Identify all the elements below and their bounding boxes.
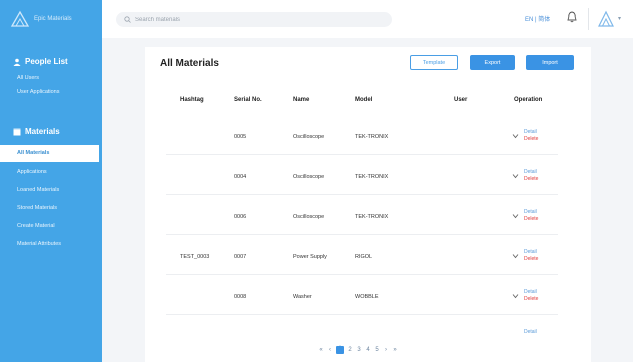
- delete-link[interactable]: Delete: [524, 136, 538, 142]
- cell-name: Oscilloscope: [293, 214, 325, 220]
- chevron-down-icon[interactable]: [512, 133, 519, 139]
- cell-model: TEK-TRONIX: [355, 174, 389, 180]
- first-page-button[interactable]: «: [318, 347, 324, 353]
- cell-name: Washer: [293, 294, 312, 300]
- import-button[interactable]: Import: [526, 55, 574, 70]
- sidebar: Epic Materials People List All Users Use…: [0, 0, 102, 362]
- detail-link[interactable]: Detail: [524, 129, 537, 135]
- template-button[interactable]: Template: [410, 55, 458, 70]
- delete-link[interactable]: Delete: [524, 256, 538, 262]
- topbar-divider: [588, 8, 589, 30]
- last-page-button[interactable]: »: [392, 347, 398, 353]
- sidebar-item-user-applications[interactable]: User Applications: [0, 84, 102, 101]
- search-box[interactable]: [116, 12, 392, 27]
- topbar: EN | 简体 ▾: [102, 0, 633, 38]
- delete-link[interactable]: Delete: [524, 176, 538, 182]
- table-header: Hashtag Serial No. Name Model User Opera…: [145, 97, 591, 109]
- detail-link[interactable]: Detail: [524, 209, 537, 215]
- column-header-model: Model: [355, 97, 373, 103]
- box-icon: [13, 128, 21, 135]
- cell-serial: 0005: [234, 134, 247, 140]
- search-icon: [124, 16, 131, 23]
- user-icon: [13, 58, 21, 66]
- cell-hashtag: TEST_0003: [180, 254, 210, 260]
- materials-card: All Materials Template Export Import Has…: [145, 47, 591, 362]
- delete-link[interactable]: Delete: [524, 216, 538, 222]
- sidebar-item-applications[interactable]: Applications: [0, 164, 102, 181]
- sidebar-item-loaned-materials[interactable]: Loaned Materials: [0, 182, 102, 199]
- delete-link[interactable]: Delete: [524, 296, 538, 302]
- page-button[interactable]: 5: [374, 347, 380, 353]
- search-input[interactable]: [135, 16, 375, 23]
- cell-name: Oscilloscope: [293, 174, 325, 180]
- section-label: People List: [25, 57, 68, 66]
- pagination: « ‹ 1 2 3 4 5 › »: [318, 345, 398, 355]
- bell-icon[interactable]: [567, 11, 577, 23]
- column-header-hashtag: Hashtag: [180, 97, 204, 103]
- table-row[interactable]: 0004 Oscilloscope TEK-TRONIX Detail Dele…: [166, 157, 558, 195]
- column-header-serial: Serial No.: [234, 97, 262, 103]
- cell-model: WOBBLE: [355, 294, 379, 300]
- cell-model: TEK-TRONIX: [355, 214, 389, 220]
- chevron-down-icon[interactable]: [512, 253, 519, 259]
- cell-name: Power Supply: [293, 254, 327, 260]
- brand-name: Epic Materials: [34, 16, 72, 22]
- next-page-button[interactable]: ›: [383, 347, 389, 353]
- section-label: Materials: [25, 127, 60, 136]
- cell-model: TEK-TRONIX: [355, 134, 389, 140]
- detail-link[interactable]: Detail: [524, 329, 537, 335]
- table-row[interactable]: 0005 Oscilloscope TEK-TRONIX Detail Dele…: [166, 117, 558, 155]
- sidebar-item-all-materials[interactable]: All Materials: [0, 145, 99, 162]
- section-people-list[interactable]: People List: [0, 57, 102, 66]
- logo[interactable]: Epic Materials: [0, 0, 102, 38]
- cell-serial: 0007: [234, 254, 247, 260]
- column-header-name: Name: [293, 97, 310, 103]
- column-header-operation: Operation: [514, 97, 543, 103]
- chevron-down-icon[interactable]: [512, 293, 519, 299]
- sidebar-item-create-material[interactable]: Create Material: [0, 218, 102, 235]
- sidebar-item-stored-materials[interactable]: Stored Materials: [0, 200, 102, 217]
- section-materials[interactable]: Materials: [0, 127, 102, 136]
- detail-link[interactable]: Detail: [524, 289, 537, 295]
- chevron-down-icon[interactable]: [512, 213, 519, 219]
- chevron-down-icon[interactable]: ▾: [618, 15, 621, 22]
- page-button[interactable]: 2: [347, 347, 353, 353]
- cell-model: RIGOL: [355, 254, 373, 260]
- table-row[interactable]: 0006 Oscilloscope TEK-TRONIX Detail Dele…: [166, 197, 558, 235]
- prev-page-button[interactable]: ‹: [327, 347, 333, 353]
- logo-icon: [10, 10, 30, 27]
- cell-serial: 0006: [234, 214, 247, 220]
- cell-name: Oscilloscope: [293, 134, 325, 140]
- user-avatar-icon[interactable]: [596, 9, 616, 29]
- table-row-partial[interactable]: Detail: [166, 317, 558, 335]
- detail-link[interactable]: Detail: [524, 249, 537, 255]
- table-row[interactable]: 0008 Washer WOBBLE Detail Delete: [166, 277, 558, 315]
- detail-link[interactable]: Detail: [524, 169, 537, 175]
- cell-serial: 0008: [234, 294, 247, 300]
- table-row[interactable]: TEST_0003 0007 Power Supply RIGOL Detail…: [166, 237, 558, 275]
- page-button-current[interactable]: 1: [336, 346, 344, 354]
- page-title: All Materials: [160, 58, 219, 69]
- column-header-user: User: [454, 97, 468, 103]
- language-switch[interactable]: EN | 简体: [525, 14, 550, 23]
- chevron-down-icon[interactable]: [512, 173, 519, 179]
- export-button[interactable]: Export: [470, 55, 515, 70]
- sidebar-item-material-attributes[interactable]: Material Attributes: [0, 236, 102, 253]
- page-button[interactable]: 4: [365, 347, 371, 353]
- page-button[interactable]: 3: [356, 347, 362, 353]
- cell-serial: 0004: [234, 174, 247, 180]
